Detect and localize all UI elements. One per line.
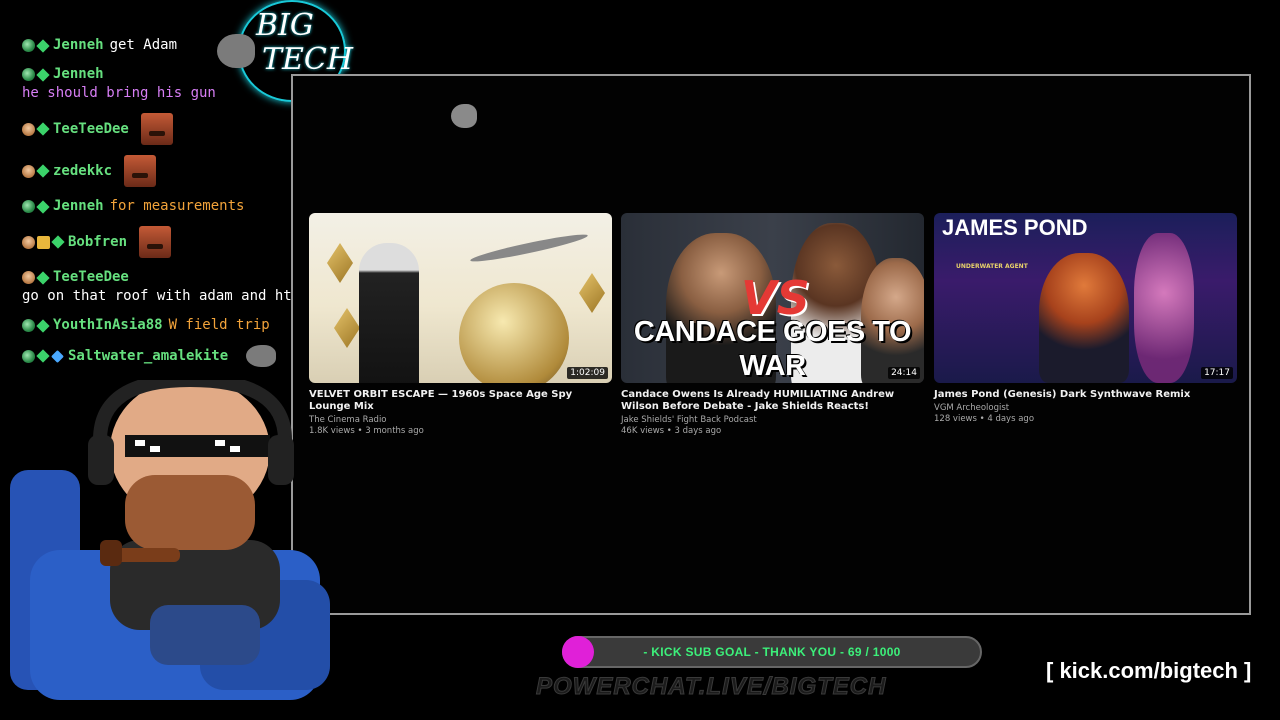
- chat-username[interactable]: TeeTeeDee: [53, 268, 129, 287]
- chat-username[interactable]: Jenneh: [53, 197, 104, 216]
- video-thumbnail-2[interactable]: VS CANDACE GOES TO WAR 24:14: [621, 213, 924, 383]
- seal-cursor-icon: [451, 104, 477, 128]
- chat-message: TeeTeeDee: [22, 113, 292, 145]
- sub-goal-progress: - KICK SUB GOAL - THANK YOU - 69 / 1000: [562, 636, 982, 668]
- glob-icon: [22, 319, 35, 332]
- chat-message: Bobfren: [22, 226, 292, 258]
- chat-badges: [22, 67, 51, 82]
- chat-text: W field trip: [168, 317, 270, 333]
- chat-message: YouthInAsia88 W field trip: [22, 316, 292, 335]
- video-channel[interactable]: The Cinema Radio: [309, 415, 612, 426]
- video-channel[interactable]: Jake Shields' Fight Back Podcast: [621, 415, 924, 426]
- video-channel[interactable]: VGM Archeologist: [934, 403, 1237, 414]
- chat-text: get Adam: [109, 37, 178, 53]
- diamond-icon: [36, 349, 50, 363]
- chat-message: Jenneh for measurements: [22, 197, 292, 216]
- video-card-3[interactable]: JAMES POND UNDERWATER AGENT 17:17 James …: [934, 213, 1237, 425]
- chat-username[interactable]: Jenneh: [53, 65, 104, 84]
- video-thumbnail-3[interactable]: JAMES POND UNDERWATER AGENT 17:17: [934, 213, 1237, 383]
- powerchat-watermark: POWERCHAT.LIVE/BIGTECH: [535, 673, 887, 701]
- video-stats: 46K views • 3 days ago: [621, 426, 722, 436]
- gift-icon: [37, 235, 50, 249]
- video-stats: 1.8K views • 3 months ago: [309, 426, 424, 436]
- sword-icon: [51, 349, 64, 363]
- diamond-icon: [36, 38, 50, 53]
- glob-icon: [22, 39, 35, 52]
- youtube-panel: 1:02:09 VELVET ORBIT ESCAPE — 1960s Spac…: [291, 74, 1251, 615]
- chat-badges: [22, 235, 66, 249]
- video-duration: 24:14: [888, 367, 920, 379]
- chat-username[interactable]: zedekkc: [53, 162, 112, 181]
- chat-username[interactable]: TeeTeeDee: [53, 120, 129, 139]
- video-duration: 1:02:09: [567, 367, 608, 379]
- face-icon: [22, 235, 35, 249]
- streamer-avatar: [10, 380, 330, 700]
- glob-icon: [22, 349, 35, 363]
- chat-username[interactable]: Jenneh: [53, 36, 104, 55]
- video-card-2[interactable]: VS CANDACE GOES TO WAR 24:14 Candace Owe…: [621, 213, 924, 437]
- diamond-icon: [36, 318, 50, 333]
- video-title[interactable]: VELVET ORBIT ESCAPE — 1960s Space Age Sp…: [309, 389, 612, 413]
- chat-badges: [22, 349, 66, 363]
- chat-username[interactable]: Bobfren: [68, 233, 127, 252]
- face-icon: [22, 271, 35, 284]
- video-thumbnail-1[interactable]: 1:02:09: [309, 213, 612, 383]
- chat-badges: [22, 199, 51, 214]
- sub-goal-label: - KICK SUB GOAL - THANK YOU - 69 / 1000: [643, 645, 901, 659]
- face-icon: [22, 164, 35, 178]
- video-card-1[interactable]: 1:02:09 VELVET ORBIT ESCAPE — 1960s Spac…: [309, 213, 612, 437]
- diamond-icon: [51, 235, 65, 249]
- chat-text: for measurements: [109, 198, 245, 214]
- chat-text: go on that roof with adam and ht: [22, 288, 292, 304]
- chat-username[interactable]: Saltwater_amalekite: [68, 347, 228, 366]
- video-stats: 128 views • 4 days ago: [934, 414, 1035, 424]
- chat-message: Saltwater_amalekite: [22, 345, 292, 367]
- logo-line1: BIG: [256, 8, 314, 43]
- seal-emote-icon: [217, 34, 255, 68]
- glob-icon: [22, 68, 35, 81]
- face-emote-icon: [124, 155, 157, 187]
- chat-text: he should bring his gun: [22, 85, 216, 101]
- chat-message: zedekkc: [22, 155, 292, 187]
- seal-emote-icon: [246, 345, 277, 367]
- diamond-icon: [36, 199, 50, 214]
- chat-badges: [22, 318, 51, 333]
- video-title[interactable]: James Pond (Genesis) Dark Synthwave Remi…: [934, 389, 1237, 401]
- diamond-icon: [36, 164, 50, 178]
- video-duration: 17:17: [1201, 367, 1233, 379]
- logo-line2: TECH: [262, 42, 354, 77]
- chat-badges: [22, 38, 51, 53]
- thumb-caption: CANDACE GOES TO WAR: [633, 316, 912, 382]
- chat-feed: Jenneh get Adam Jenneh he should bring his …: [22, 36, 292, 377]
- thumb-title: JAMES POND: [942, 215, 1088, 240]
- glob-icon: [22, 200, 35, 213]
- chat-username[interactable]: YouthInAsia88: [53, 316, 163, 335]
- face-icon: [22, 122, 35, 136]
- chat-message: TeeTeeDee go on that roof with adam and h…: [22, 268, 292, 306]
- diamond-icon: [36, 67, 50, 82]
- diamond-icon: [36, 122, 50, 136]
- kick-link[interactable]: [ kick.com/bigtech ]: [1046, 658, 1251, 684]
- chat-badges: [22, 270, 51, 285]
- chat-badges: [22, 164, 51, 178]
- diamond-icon: [36, 270, 50, 285]
- chat-badges: [22, 122, 51, 136]
- face-emote-icon: [140, 113, 173, 145]
- thumb-subtitle: UNDERWATER AGENT: [956, 263, 1028, 270]
- video-title[interactable]: Candace Owens Is Already HUMILIATING And…: [621, 389, 924, 413]
- face-emote-icon: [139, 226, 172, 258]
